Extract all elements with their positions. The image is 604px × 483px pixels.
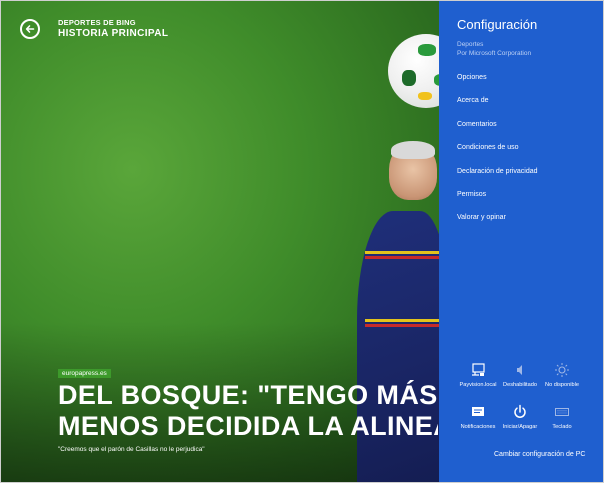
quick-network-label: Payvision.local bbox=[459, 382, 497, 388]
quick-notifications-label: Notificaciones bbox=[460, 424, 496, 430]
back-button[interactable] bbox=[20, 19, 40, 39]
pane-title: Configuración bbox=[457, 17, 538, 32]
volume-icon bbox=[517, 365, 522, 375]
jersey-stripe bbox=[365, 319, 439, 322]
menu-item-opciones[interactable]: Opciones bbox=[457, 74, 487, 81]
quick-keyboard-label: Teclado bbox=[552, 424, 572, 430]
quick-brightness[interactable]: No disponible bbox=[537, 362, 587, 388]
quick-volume-label: Deshabilitado bbox=[503, 382, 537, 388]
quick-power-label: Iniciar/Apagar bbox=[502, 424, 538, 430]
article-headline[interactable]: DEL BOSQUE: "TENGO MÁS O MENOS DECIDIDA … bbox=[58, 380, 438, 442]
brightness-icon bbox=[555, 363, 569, 377]
headline-line-2: MENOS DECIDIDA LA ALINEAC bbox=[58, 411, 438, 441]
change-pc-settings-link[interactable]: Cambiar configuración de PC bbox=[494, 451, 585, 458]
source-badge[interactable]: europapress.es bbox=[58, 369, 111, 378]
app-window: DEPORTES DE BING HISTORIA PRINCIPAL euro… bbox=[0, 0, 604, 483]
menu-item-condiciones[interactable]: Condiciones de uso bbox=[457, 144, 519, 151]
article-quote: "Creemos que el parón de Casillas no le … bbox=[58, 446, 205, 453]
section-title: HISTORIA PRINCIPAL bbox=[58, 28, 169, 39]
headline-line-1: DEL BOSQUE: "TENGO MÁS O bbox=[58, 380, 438, 410]
player-hair-image bbox=[391, 141, 435, 159]
menu-item-valorar[interactable]: Valorar y opinar bbox=[457, 214, 506, 221]
menu-item-privacidad[interactable]: Declaración de privacidad bbox=[457, 168, 538, 175]
back-arrow-icon bbox=[25, 25, 35, 33]
app-name: DEPORTES DE BING bbox=[58, 18, 136, 27]
menu-item-comentarios[interactable]: Comentarios bbox=[457, 121, 497, 128]
menu-item-acerca-de[interactable]: Acerca de bbox=[457, 97, 489, 104]
notifications-icon bbox=[472, 407, 484, 416]
pane-publisher: Por Microsoft Corporation bbox=[457, 50, 532, 57]
power-icon bbox=[514, 404, 526, 418]
pane-app-name: Deportes bbox=[457, 41, 484, 48]
menu-item-permisos[interactable]: Permisos bbox=[457, 191, 486, 198]
keyboard-icon bbox=[555, 408, 569, 416]
quick-brightness-label: No disponible bbox=[545, 382, 579, 388]
settings-pane: Configuración Deportes Por Microsoft Cor… bbox=[439, 1, 603, 482]
jersey-stripe bbox=[365, 251, 439, 254]
quick-keyboard[interactable]: Teclado bbox=[537, 404, 587, 430]
jersey-stripe bbox=[365, 324, 439, 327]
network-icon bbox=[472, 363, 485, 376]
jersey-stripe bbox=[365, 256, 439, 259]
